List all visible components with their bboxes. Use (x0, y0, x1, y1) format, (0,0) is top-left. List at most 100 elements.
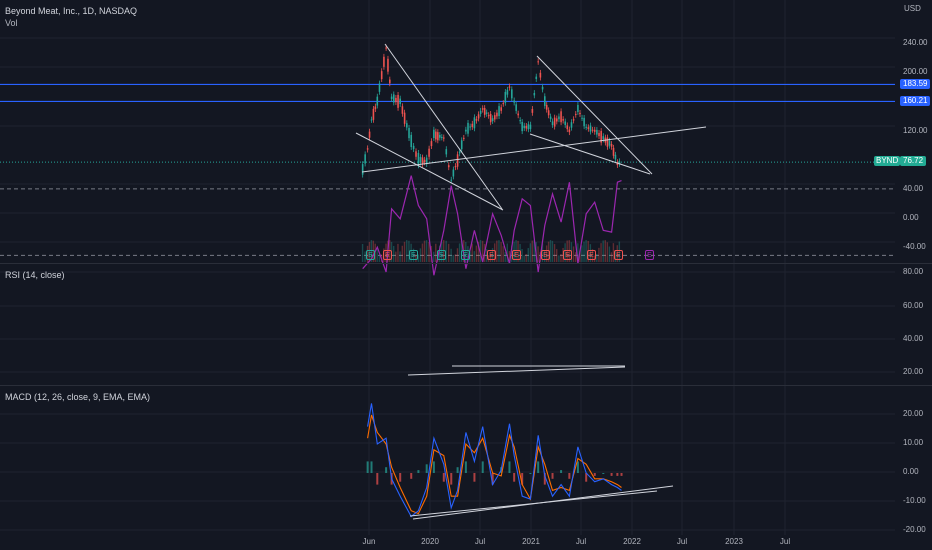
candle-body (406, 123, 408, 128)
earnings-badge[interactable]: E (614, 250, 623, 260)
earnings-badge[interactable]: E (541, 250, 550, 260)
candle-body (511, 89, 513, 99)
time-tick: Jul (575, 537, 587, 546)
pane-separator-rsi[interactable] (0, 263, 932, 264)
candle-body (608, 140, 611, 146)
candle-body (564, 121, 567, 125)
candle-body (399, 98, 401, 104)
candle-body (517, 113, 519, 116)
volume-label[interactable]: Vol (5, 18, 18, 28)
candle-body (479, 110, 482, 114)
volume-bar (551, 240, 554, 262)
time-tick: 2020 (421, 537, 439, 546)
volume-bar (425, 240, 428, 262)
candle-body (529, 124, 532, 129)
volume-bar (602, 240, 604, 262)
candle-body (577, 105, 579, 112)
candle-body (437, 132, 439, 141)
candle-body (477, 114, 480, 119)
volume-bar (521, 248, 523, 262)
candle-body (537, 61, 539, 63)
level-tag-160[interactable]: 160.21 (900, 96, 931, 106)
rsi-title[interactable]: RSI (14, close) (5, 270, 65, 280)
volume-bar (392, 245, 395, 262)
macd-histogram-bar (568, 473, 571, 479)
candle-body (587, 127, 590, 129)
candle-body (535, 76, 538, 80)
time-tick: Jul (676, 537, 688, 546)
macd-histogram-bar (602, 473, 605, 474)
volume-bar (395, 251, 397, 262)
currency-label[interactable]: USD (904, 4, 921, 13)
candle-body (545, 104, 548, 110)
macd-histogram-bar (370, 461, 373, 473)
candle-body (395, 97, 397, 103)
volume-bar (447, 243, 450, 262)
candle-body (361, 164, 364, 175)
pane-separator-macd[interactable] (0, 385, 932, 386)
volume-bar (376, 248, 378, 262)
macd-histogram-bar (456, 467, 459, 473)
volume-bar (406, 240, 408, 262)
candle-body (531, 108, 534, 113)
last-price-tag[interactable]: 76.72 (900, 156, 927, 166)
macd-histogram-bar (481, 461, 484, 473)
macd-title[interactable]: MACD (12, 26, close, 9, EMA, EMA) (5, 392, 150, 402)
macd-histogram-bar (551, 473, 554, 479)
candle-body (513, 100, 515, 103)
candle-body (493, 115, 496, 120)
earnings-badge[interactable]: E (409, 250, 418, 260)
earnings-badge[interactable]: E (383, 250, 392, 260)
volume-bar (556, 249, 558, 262)
volume-bar (581, 245, 583, 262)
candle-body (421, 157, 424, 165)
macd-histogram-bar (473, 473, 476, 482)
earnings-badge[interactable]: E (563, 250, 572, 260)
earnings-badge[interactable]: E (512, 250, 521, 260)
candle-body (527, 124, 530, 130)
earnings-badge[interactable]: E (366, 250, 375, 260)
candle-body (551, 121, 554, 126)
symbol-title[interactable]: Beyond Meat, Inc., 1D, NASDAQ (5, 6, 137, 16)
level-tag-183[interactable]: 183.59 (900, 79, 931, 89)
candle-body (508, 86, 511, 88)
candle-body (389, 79, 391, 84)
candle-body (387, 58, 389, 72)
candle-body (491, 118, 494, 122)
candle-body (543, 96, 546, 106)
candle-body (572, 119, 575, 121)
candle-body (593, 129, 596, 132)
volume-bar (604, 240, 606, 262)
symbol-price-tag[interactable]: BYND (874, 156, 901, 166)
volume-bar (583, 241, 585, 262)
time-tick: Jul (779, 537, 791, 546)
price-tick: 200.00 (903, 67, 928, 76)
candle-body (439, 134, 441, 138)
macd-histogram-bar (442, 473, 445, 482)
candle-body (366, 148, 369, 150)
price-tick: 240.00 (903, 38, 928, 47)
volume-bar (456, 248, 459, 262)
earnings-badge[interactable]: E (461, 250, 470, 260)
volume-bar (399, 251, 401, 262)
candle-body (423, 159, 426, 163)
volume-bar (523, 255, 525, 262)
volume-bar (473, 251, 476, 262)
trendline (536, 55, 653, 175)
price-tick: 120.00 (903, 126, 928, 135)
earnings-badge[interactable]: E (437, 250, 446, 260)
candle-body (519, 120, 521, 122)
price-tick: 40.00 (903, 184, 924, 193)
earnings-badge[interactable]: E (587, 250, 596, 260)
macd-histogram-bar (610, 473, 613, 476)
candle-body (581, 117, 583, 119)
macd-histogram-bar (537, 461, 540, 473)
chart-canvas[interactable] (0, 0, 932, 550)
macd-histogram-bar (385, 467, 388, 473)
candle-body (445, 149, 448, 155)
earnings-badge[interactable]: E (645, 250, 654, 260)
volume-bar (496, 240, 498, 262)
candle-body (419, 156, 422, 163)
earnings-badge[interactable]: E (487, 250, 496, 260)
candle-body (380, 71, 383, 80)
